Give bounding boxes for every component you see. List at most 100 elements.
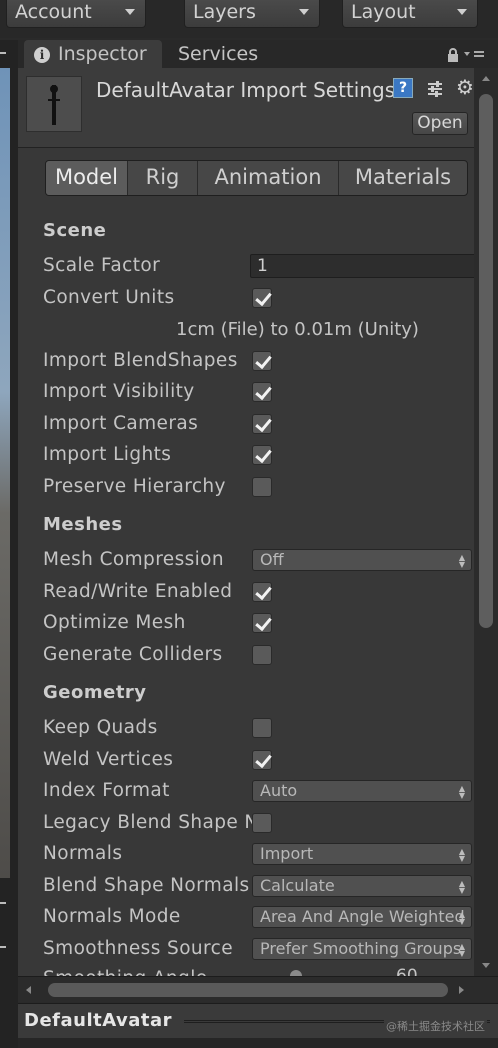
smoothness-source-value: Prefer Smoothing Groups <box>260 939 462 958</box>
account-dropdown[interactable]: Account <box>6 0 146 28</box>
watermark: @稀土掘金技术社区 <box>384 1018 487 1034</box>
mesh-compression-value: Off <box>260 550 284 569</box>
geometry-heading: Geometry <box>43 682 147 703</box>
updown-icon: ▲ ▼ <box>458 553 465 569</box>
lock-icon[interactable] <box>446 48 460 62</box>
scene-view-strip <box>0 68 10 878</box>
normals-mode-dropdown[interactable]: Area And Angle Weighted ▲ ▼ <box>252 906 472 928</box>
open-button[interactable]: Open <box>412 112 468 135</box>
legacy-blend-checkbox[interactable] <box>252 813 272 833</box>
layers-label: Layers <box>193 1 256 23</box>
tab-inspector-label: Inspector <box>58 43 147 65</box>
horizontal-scroll-thumb[interactable] <box>48 983 448 997</box>
scroll-right-icon[interactable] <box>459 986 464 994</box>
index-format-dropdown[interactable]: Auto ▲ ▼ <box>252 780 472 802</box>
chevron-down-icon <box>125 9 135 15</box>
help-icon[interactable]: ? <box>393 78 413 98</box>
scroll-left-icon[interactable] <box>26 986 31 994</box>
asset-title: DefaultAvatar Import Settings <box>96 78 396 102</box>
normals-mode-label: Normals Mode <box>43 906 181 927</box>
updown-icon: ▲ ▼ <box>458 847 465 863</box>
smoothing-angle-value[interactable]: 60 <box>396 966 418 976</box>
layout-label: Layout <box>351 1 416 23</box>
optimize-mesh-label: Optimize Mesh <box>43 612 186 633</box>
horizontal-scrollbar[interactable] <box>18 976 498 1002</box>
preserve-hierarchy-label: Preserve Hierarchy <box>43 476 226 497</box>
updown-icon: ▲ ▼ <box>458 910 465 926</box>
info-icon: i <box>34 47 50 63</box>
preserve-hierarchy-checkbox[interactable] <box>252 477 272 497</box>
tab-services-label: Services <box>178 43 259 65</box>
avatar-figure-icon <box>48 85 60 125</box>
optimize-mesh-checkbox[interactable] <box>252 613 272 633</box>
tab-model[interactable]: Model <box>46 161 128 195</box>
normals-dropdown[interactable]: Import ▲ ▼ <box>252 843 472 865</box>
divider <box>0 946 6 948</box>
divider <box>0 902 6 904</box>
keep-quads-label: Keep Quads <box>43 717 158 738</box>
mesh-compression-dropdown[interactable]: Off ▲ ▼ <box>252 549 472 571</box>
generate-colliders-checkbox[interactable] <box>252 645 272 665</box>
updown-icon: ▲ ▼ <box>458 879 465 895</box>
vertical-scrollbar[interactable] <box>474 68 498 976</box>
scroll-up-icon[interactable] <box>482 76 490 81</box>
smoothing-angle-label: Smoothing Angle <box>43 968 208 976</box>
convert-units-label: Convert Units <box>43 287 175 308</box>
keep-quads-checkbox[interactable] <box>252 718 272 738</box>
tab-inspector[interactable]: i Inspector <box>24 40 162 68</box>
import-lights-label: Import Lights <box>43 444 172 465</box>
meshes-heading: Meshes <box>43 514 123 535</box>
read-write-checkbox[interactable] <box>252 582 272 602</box>
vertical-scroll-thumb[interactable] <box>479 94 493 628</box>
blend-shape-normals-value: Calculate <box>260 876 335 895</box>
top-toolbar: Account Layers Layout <box>0 0 498 38</box>
generate-colliders-label: Generate Colliders <box>43 644 223 665</box>
weld-vertices-checkbox[interactable] <box>252 750 272 770</box>
weld-vertices-label: Weld Vertices <box>43 749 174 770</box>
scale-factor-label: Scale Factor <box>43 255 161 276</box>
read-write-label: Read/Write Enabled <box>43 581 233 602</box>
tab-rig[interactable]: Rig <box>128 161 198 195</box>
import-blendshapes-checkbox[interactable] <box>252 351 272 371</box>
smoothness-source-label: Smoothness Source <box>43 938 233 959</box>
inspector-header: DefaultAvatar Import Settings ? ⚙ Open <box>18 68 474 148</box>
layers-dropdown[interactable]: Layers <box>184 0 320 28</box>
import-visibility-label: Import Visibility <box>43 381 195 402</box>
window-tab-bar: i Inspector Services <box>18 40 498 68</box>
convert-units-checkbox[interactable] <box>252 288 272 308</box>
preview-title: DefaultAvatar <box>24 1010 173 1031</box>
scale-factor-input[interactable]: 1 <box>250 254 474 278</box>
import-lights-checkbox[interactable] <box>252 445 272 465</box>
smoothness-source-dropdown[interactable]: Prefer Smoothing Groups ▲ ▼ <box>252 938 472 960</box>
import-cameras-checkbox[interactable] <box>252 414 272 434</box>
tab-menu-icon[interactable] <box>464 50 486 60</box>
index-format-value: Auto <box>260 781 298 800</box>
import-blendshapes-label: Import BlendShapes <box>43 350 238 371</box>
units-note: 1cm (File) to 0.01m (Unity) <box>176 319 419 340</box>
chevron-down-icon <box>457 9 467 15</box>
import-cameras-label: Import Cameras <box>43 413 199 434</box>
normals-value: Import <box>260 844 314 863</box>
updown-icon: ▲ ▼ <box>458 784 465 800</box>
inspector-panel: DefaultAvatar Import Settings ? ⚙ Open M… <box>18 68 474 976</box>
account-label: Account <box>15 1 92 23</box>
blend-shape-normals-label: Blend Shape Normals <box>43 875 250 896</box>
gear-icon[interactable]: ⚙ <box>456 77 474 97</box>
preview-panel: DefaultAvatar @稀土掘金技术社区 <box>18 1003 498 1048</box>
preview-bar <box>18 1038 498 1048</box>
import-visibility-checkbox[interactable] <box>252 382 272 402</box>
mesh-compression-label: Mesh Compression <box>43 549 225 570</box>
divider <box>0 52 6 54</box>
preset-icon[interactable] <box>426 80 444 98</box>
layout-dropdown[interactable]: Layout <box>342 0 478 28</box>
tab-animation[interactable]: Animation <box>198 161 339 195</box>
tab-services[interactable]: Services <box>178 40 288 68</box>
tab-materials[interactable]: Materials <box>339 161 467 195</box>
scene-heading: Scene <box>43 220 107 241</box>
normals-label: Normals <box>43 843 123 864</box>
legacy-blend-label: Legacy Blend Shape N <box>43 812 259 833</box>
blend-shape-normals-dropdown[interactable]: Calculate ▲ ▼ <box>252 875 472 897</box>
normals-mode-value: Area And Angle Weighted <box>260 907 465 926</box>
scroll-down-icon[interactable] <box>482 963 490 968</box>
asset-thumbnail <box>26 76 82 132</box>
